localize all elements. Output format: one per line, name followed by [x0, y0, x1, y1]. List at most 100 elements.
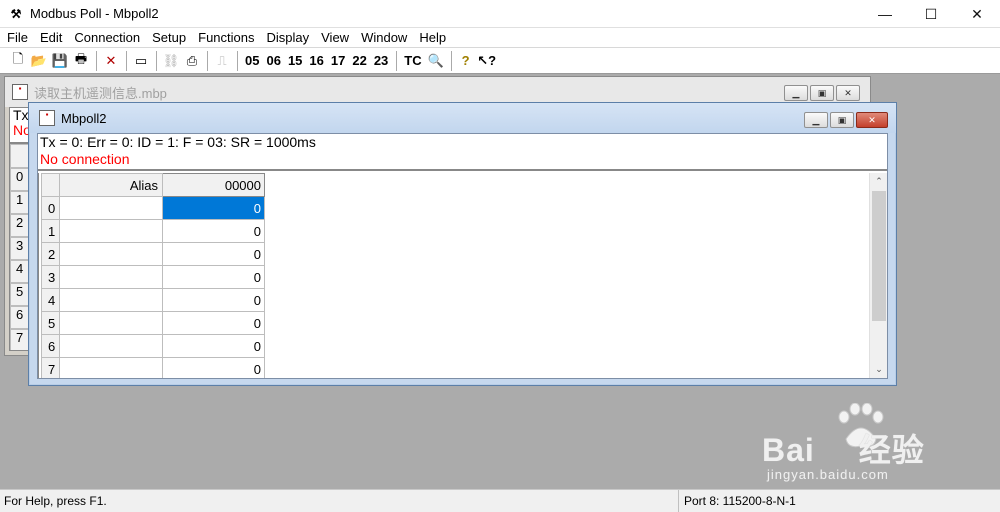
function-23-button[interactable]: 23: [371, 51, 391, 71]
delete-icon[interactable]: ✕: [101, 51, 121, 71]
menu-window[interactable]: Window: [355, 30, 413, 45]
minimize-button[interactable]: —: [862, 0, 908, 28]
scroll-up-arrow-icon[interactable]: ⌃: [870, 173, 887, 190]
baidu-paw-logo-icon: [838, 403, 884, 448]
toolbar-separator: [450, 50, 452, 71]
function-17-button[interactable]: 17: [328, 51, 348, 71]
connect-icon[interactable]: ⛓: [161, 51, 181, 71]
menu-connection[interactable]: Connection: [68, 30, 146, 45]
watermark-brand-left: Bai: [762, 432, 815, 468]
value-cell[interactable]: 0: [162, 334, 265, 358]
table-row: 2 0: [41, 242, 265, 266]
alias-cell[interactable]: [59, 288, 163, 312]
maximize-button[interactable]: ☐: [908, 0, 954, 28]
printer-setup-icon[interactable]: ⎙: [182, 51, 202, 71]
menu-setup[interactable]: Setup: [146, 30, 192, 45]
table-row: 7 0: [41, 357, 265, 378]
function-16-button[interactable]: 16: [306, 51, 326, 71]
back-minimize-button[interactable]: ▁: [784, 85, 808, 101]
menu-file[interactable]: File: [0, 30, 34, 45]
window-icon[interactable]: ▭: [131, 51, 151, 71]
toolbar-separator: [156, 50, 157, 71]
table-row: 4 0: [41, 288, 265, 312]
menu-edit[interactable]: Edit: [34, 30, 68, 45]
table-header-row: Alias 00000: [41, 173, 265, 197]
front-window-controls: ▁ ▣ ✕: [804, 112, 888, 128]
back-maximize-button[interactable]: ▣: [810, 85, 834, 101]
help-icon[interactable]: ?: [456, 51, 476, 71]
alias-cell[interactable]: [59, 311, 163, 335]
alias-cell[interactable]: [59, 357, 163, 378]
register-column-header[interactable]: 00000: [162, 173, 265, 197]
traffic-button[interactable]: TC: [401, 51, 424, 71]
alias-cell[interactable]: [59, 219, 163, 243]
front-window-title: Mbpoll2: [61, 110, 107, 126]
back-row-number: 0: [10, 168, 30, 191]
row-number[interactable]: 6: [41, 334, 60, 358]
print-icon[interactable]: 🖶: [71, 51, 91, 71]
function-06-button[interactable]: 06: [263, 51, 283, 71]
pulse-icon[interactable]: ⎍: [212, 51, 232, 71]
back-row-number: 2: [10, 214, 30, 237]
new-file-icon[interactable]: 🗋: [8, 51, 28, 71]
front-window-title-bar[interactable]: ▪ Mbpoll2 ▁ ▣ ✕: [29, 103, 896, 133]
row-number[interactable]: 4: [41, 288, 60, 312]
register-table: Alias 00000 0 0 1 0 2 0 3 0 4 0 5 0 6 0 …: [41, 173, 265, 378]
row-number[interactable]: 1: [41, 219, 60, 243]
app-title-bar: ⚒ Modbus Poll - Mbpoll2 — ☐ ✕: [0, 0, 1000, 28]
register-grid: Alias 00000 0 0 1 0 2 0 3 0 4 0 5 0 6 0 …: [38, 173, 887, 378]
scroll-thumb[interactable]: [872, 191, 886, 321]
alias-column-header[interactable]: Alias: [59, 173, 163, 197]
front-close-button[interactable]: ✕: [856, 112, 888, 128]
toolbar-separator: [96, 50, 97, 71]
back-grid-rownums: 0 1 2 3 4 5 6 7: [10, 142, 30, 350]
vertical-scrollbar[interactable]: ⌃ ⌄: [869, 173, 887, 378]
value-cell[interactable]: 0: [162, 242, 265, 266]
front-minimize-button[interactable]: ▁: [804, 112, 828, 128]
value-cell[interactable]: 0: [162, 219, 265, 243]
table-row: 3 0: [41, 265, 265, 289]
function-22-button[interactable]: 22: [349, 51, 369, 71]
save-icon[interactable]: 💾: [50, 51, 70, 71]
row-number[interactable]: 5: [41, 311, 60, 335]
function-15-button[interactable]: 15: [285, 51, 305, 71]
front-maximize-button[interactable]: ▣: [830, 112, 854, 128]
front-window-body: Tx = 0: Err = 0: ID = 1: F = 03: SR = 10…: [37, 133, 888, 379]
value-cell[interactable]: 0: [162, 265, 265, 289]
value-cell[interactable]: 0: [162, 288, 265, 312]
row-number[interactable]: 2: [41, 242, 60, 266]
alias-cell[interactable]: [59, 265, 163, 289]
menu-view[interactable]: View: [315, 30, 355, 45]
zoom-icon[interactable]: 🔍: [426, 51, 446, 71]
toolbar-separator: [396, 50, 398, 71]
close-button[interactable]: ✕: [954, 0, 1000, 28]
watermark-brand-right: 经验: [858, 432, 925, 468]
back-window-controls: ▁ ▣ ✕: [784, 85, 860, 101]
scroll-down-arrow-icon[interactable]: ⌄: [870, 361, 887, 378]
front-document-window[interactable]: ▪ Mbpoll2 ▁ ▣ ✕ Tx = 0: Err = 0: ID = 1:…: [28, 102, 897, 386]
function-05-button[interactable]: 05: [242, 51, 262, 71]
poll-status-line: Tx = 0: Err = 0: ID = 1: F = 03: SR = 10…: [40, 134, 316, 150]
back-row-number: 1: [10, 191, 30, 214]
menu-help[interactable]: Help: [413, 30, 452, 45]
value-cell[interactable]: 0: [162, 357, 265, 378]
alias-cell[interactable]: [59, 196, 163, 220]
value-cell[interactable]: 0: [162, 311, 265, 335]
row-number[interactable]: 7: [41, 357, 60, 378]
alias-cell[interactable]: [59, 242, 163, 266]
app-title: Modbus Poll - Mbpoll2: [30, 6, 159, 21]
alias-cell[interactable]: [59, 334, 163, 358]
open-folder-icon[interactable]: 📂: [29, 51, 49, 71]
toolbar: 🗋 📂 💾 🖶 ✕ ▭ ⛓ ⎙ ⎍ 05 06 15 16 17 22 23 T…: [0, 48, 1000, 74]
row-number[interactable]: 0: [41, 196, 60, 220]
value-cell-selected[interactable]: 0: [162, 196, 265, 220]
row-number[interactable]: 3: [41, 265, 60, 289]
menu-display[interactable]: Display: [261, 30, 316, 45]
modbus-poll-app-icon: ⚒: [10, 6, 22, 21]
status-bar: For Help, press F1. Port 8: 115200-8-N-1: [0, 489, 1000, 512]
context-help-icon[interactable]: ↖?: [477, 51, 497, 71]
back-close-button[interactable]: ✕: [836, 85, 860, 101]
table-row: 5 0: [41, 311, 265, 335]
menu-functions[interactable]: Functions: [192, 30, 260, 45]
connection-error-line: No connection: [40, 151, 130, 167]
